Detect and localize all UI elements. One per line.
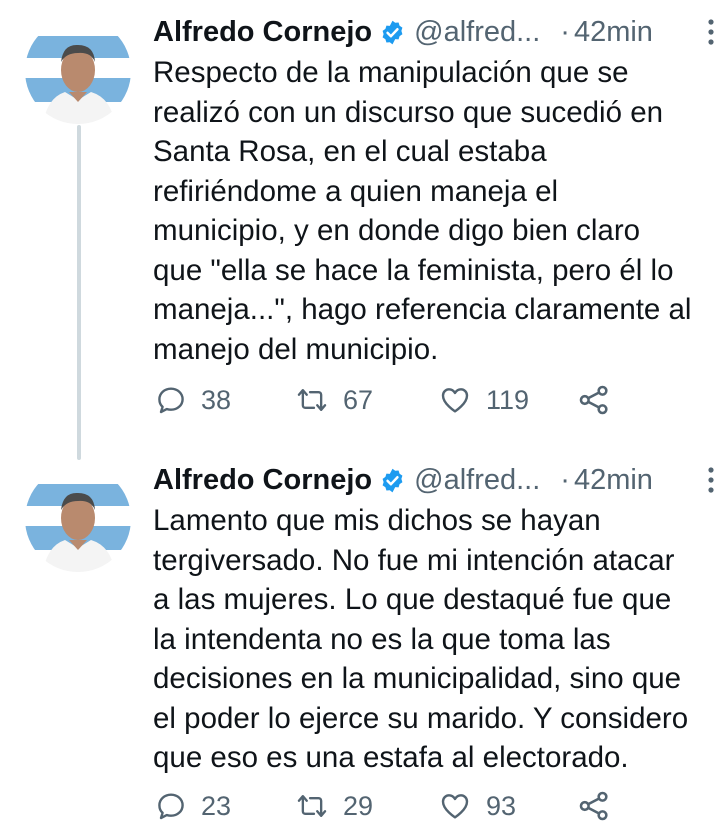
reply-icon [158, 387, 184, 414]
reply-button[interactable]: 23 [155, 786, 231, 826]
retweet-count: 29 [343, 790, 374, 821]
share-button[interactable] [577, 380, 611, 420]
avatar[interactable] [25, 466, 131, 572]
avatar[interactable] [25, 18, 131, 124]
timestamp[interactable]: 42min [574, 12, 653, 52]
timestamp[interactable]: 42min [574, 460, 653, 500]
author-handle[interactable]: @alfred... [414, 12, 540, 52]
author-name[interactable]: Alfredo Cornejo [153, 12, 372, 52]
reply-count: 38 [201, 384, 232, 415]
reply-icon [158, 793, 184, 820]
heart-icon [441, 794, 469, 819]
like-button[interactable]: 93 [438, 786, 516, 826]
reply-count: 23 [201, 790, 232, 821]
verified-badge-icon [382, 20, 403, 44]
reply-button[interactable]: 38 [155, 380, 231, 420]
verified-badge-icon [382, 468, 403, 492]
dot-separator: · [560, 16, 570, 48]
heart-icon [441, 388, 469, 413]
tweet-actions: 23 29 93 [155, 786, 625, 826]
retweet-button[interactable]: 67 [295, 380, 373, 420]
tweet-header: Alfredo Cornejo @alfred... · 42min [153, 460, 698, 500]
share-icon [579, 385, 608, 415]
more-vertical-icon[interactable] [706, 18, 716, 46]
tweet-actions: 38 67 119 [155, 380, 625, 420]
tweet[interactable]: Alfredo Cornejo @alfred... · 42min Respe… [0, 0, 720, 440]
tweet[interactable]: Alfredo Cornejo @alfred... · 42min Lamen… [0, 448, 720, 836]
author-name[interactable]: Alfredo Cornejo [153, 460, 372, 500]
dot-separator: · [560, 464, 570, 496]
tweet-header: Alfredo Cornejo @alfred... · 42min [153, 12, 698, 52]
more-vertical-icon[interactable] [706, 466, 716, 494]
tweet-text: Respecto de la manipulación que se reali… [153, 56, 692, 366]
retweet-button[interactable]: 29 [295, 786, 373, 826]
retweet-icon [297, 795, 327, 817]
like-button[interactable]: 119 [438, 380, 529, 420]
retweet-icon [297, 389, 327, 411]
share-button[interactable] [577, 786, 611, 826]
like-count: 119 [486, 384, 530, 415]
retweet-count: 67 [343, 384, 374, 415]
like-count: 93 [486, 790, 517, 821]
author-handle[interactable]: @alfred... [414, 460, 540, 500]
share-icon [579, 791, 608, 821]
tweet-text: Lamento que mis dichos se hayan tergiver… [153, 504, 689, 774]
